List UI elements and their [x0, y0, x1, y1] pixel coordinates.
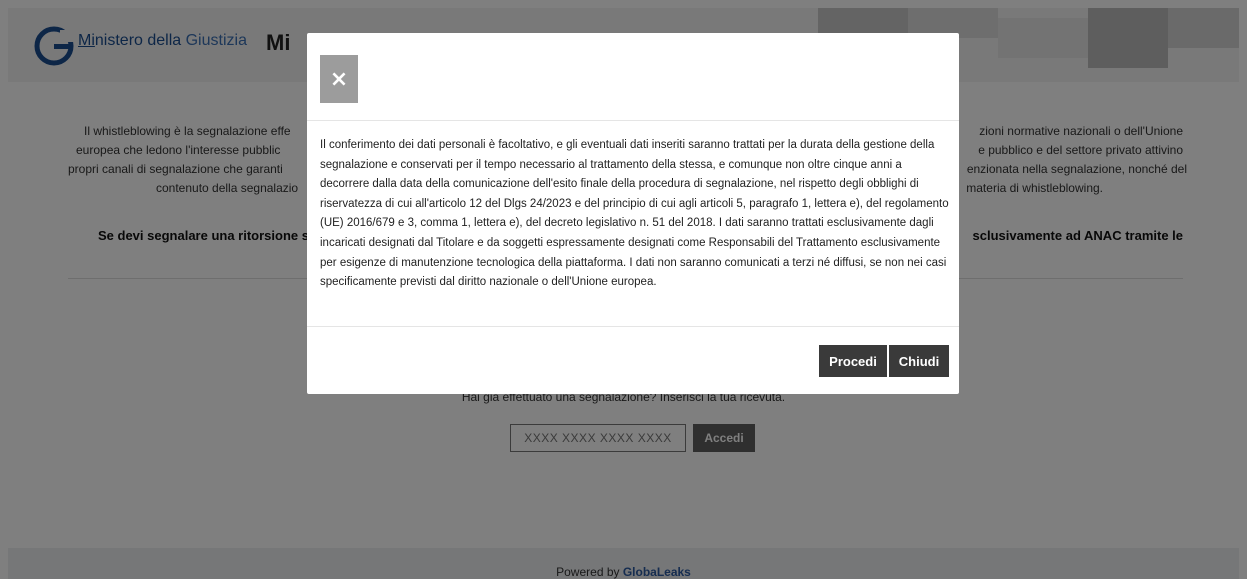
modal-header-divider — [307, 120, 959, 121]
privacy-notice-text: Il conferimento dei dati personali è fac… — [320, 139, 949, 289]
modal-footer-divider — [307, 326, 959, 327]
close-button[interactable]: Chiudi — [889, 345, 949, 377]
close-icon[interactable]: × — [320, 55, 358, 103]
privacy-modal: × Il conferimento dei dati personali è f… — [307, 33, 959, 394]
proceed-button[interactable]: Procedi — [819, 345, 887, 377]
